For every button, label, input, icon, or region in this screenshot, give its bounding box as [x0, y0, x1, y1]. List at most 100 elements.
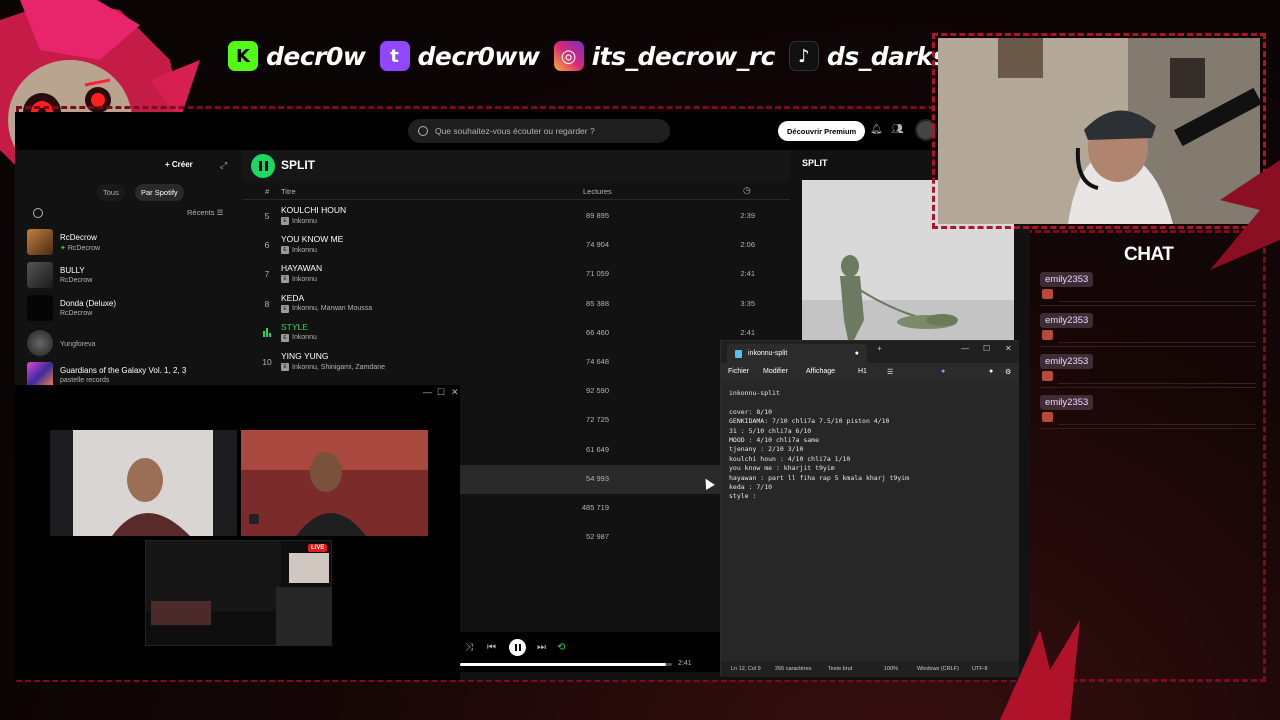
status-chars: 266 caractères	[775, 666, 812, 672]
video-tile-2[interactable]	[241, 430, 428, 536]
chip-by-spotify[interactable]: Par Spotify	[135, 184, 184, 201]
notepad-icon	[735, 349, 742, 358]
track-artist[interactable]: Inkonnu, Marwan Moussa	[292, 305, 372, 312]
library-item[interactable]: Donda (Deluxe) RcDecrow	[27, 293, 227, 323]
notepad-tabbar: inkonnu-split ● + — ☐ ✕	[721, 341, 1019, 363]
library-item-subtitle: RcDecrow	[67, 244, 101, 252]
menu-edit[interactable]: Modifier	[763, 368, 788, 375]
create-button[interactable]: + Créer	[165, 160, 193, 169]
settings-icon[interactable]: ⚙	[1005, 368, 1011, 376]
menu-view[interactable]: Affichage	[806, 368, 835, 375]
track-artist-line: E Inkonnu	[281, 275, 317, 284]
track-title[interactable]: KEDA	[281, 293, 304, 303]
track-artist[interactable]: Inkonnu, Shinigami, Zamdane	[292, 364, 385, 371]
chip-all[interactable]: Tous	[97, 184, 125, 201]
track-row[interactable]: 10 YING YUNG E Inkonnu, Shinigami, Zamdane 7…	[243, 348, 790, 377]
pause-button[interactable]	[251, 154, 275, 178]
track-plays: 485 719	[581, 503, 609, 512]
library-item[interactable]: BULLY RcDecrow	[27, 260, 227, 290]
list-icon[interactable]: ☰	[887, 368, 893, 376]
explicit-icon: E	[281, 275, 289, 284]
shuffle-icon[interactable]: ⤨	[465, 642, 473, 653]
minimize-icon[interactable]: —	[961, 344, 969, 353]
video-tile-1[interactable]	[50, 430, 237, 536]
library-item-title: BULLY	[60, 266, 85, 275]
next-icon[interactable]: ⏭︎	[537, 642, 546, 653]
track-title[interactable]: STYLE	[281, 322, 308, 332]
track-title[interactable]: HAYAWAN	[281, 263, 322, 273]
clock-icon: ◷	[743, 185, 751, 195]
chat-username: emily2353	[1040, 272, 1094, 287]
repeat-icon[interactable]: ⟲	[557, 642, 565, 653]
status-position: Ln 12, Col 9	[731, 666, 761, 672]
library-search-icon[interactable]	[33, 208, 43, 218]
track-row[interactable]: 7 HAYAWAN E Inkonnu 71 059 2:41	[243, 260, 790, 289]
library-item[interactable]: Yungforeva	[27, 328, 227, 358]
track-column-header: # Titre Lectures ◷	[243, 184, 790, 200]
premium-button[interactable]: Découvrir Premium	[778, 121, 866, 141]
chat-message-line	[1058, 286, 1256, 302]
track-artist[interactable]: Inkonnu	[292, 247, 317, 254]
track-artist[interactable]: Inkonnu	[292, 334, 317, 341]
close-icon[interactable]: ✕	[1005, 344, 1012, 353]
library-item[interactable]: RcDecrow ✦ RcDecrow	[27, 227, 227, 257]
badge-icon	[1042, 371, 1053, 381]
track-plays: 72 725	[586, 415, 609, 425]
recents-sort[interactable]: Récents ☰	[187, 208, 223, 217]
live-badge: LIVE	[308, 544, 328, 552]
track-number: 10	[262, 357, 272, 367]
previous-icon[interactable]: ⏮︎	[487, 642, 496, 653]
bell-icon[interactable]: 🔔︎	[870, 124, 883, 136]
track-row[interactable]: STYLE E Inkonnu 66 460 2:41	[243, 319, 790, 348]
heading-dropdown[interactable]: H1	[858, 368, 867, 375]
menu-file[interactable]: Fichier	[728, 368, 749, 375]
expand-icon[interactable]: ⤢	[220, 160, 227, 171]
track-duration: 2:41	[740, 327, 755, 337]
account-icon[interactable]: ●	[989, 368, 993, 375]
track-plays: 89 895	[586, 211, 609, 220]
pin-icon: ✦	[60, 244, 66, 252]
cover-image	[27, 330, 53, 356]
play-pause-button[interactable]	[509, 639, 526, 656]
track-artist[interactable]: Inkonnu	[292, 218, 317, 225]
notepad-tab[interactable]: inkonnu-split ●	[727, 344, 867, 363]
track-row[interactable]: 6 YOU KNOW ME E Inkonnu 74 904 2:06	[243, 231, 790, 260]
col-title: Titre	[281, 187, 296, 196]
tab-close-icon[interactable]: ●	[855, 350, 859, 357]
track-duration: 3:35	[740, 298, 755, 308]
search-input[interactable]: Que souhaitez-vous écouter ou regarder ?	[408, 119, 1042, 143]
social-handle: decr0w	[266, 41, 366, 71]
notepad-statusbar: Ln 12, Col 9 266 caractères Texte brut 1…	[721, 661, 1019, 677]
new-tab-icon[interactable]: +	[877, 344, 882, 353]
explicit-icon: E	[281, 333, 289, 342]
chat-message: emily2353	[1040, 391, 1256, 429]
track-artist[interactable]: Inkonnu	[292, 276, 317, 283]
track-row[interactable]: 8 KEDA E Inkonnu, Marwan Moussa 85 388 3:35	[243, 290, 790, 319]
track-artist-line: E Inkonnu	[281, 246, 317, 255]
kick-icon: K	[228, 41, 258, 71]
maximize-icon[interactable]: ☐	[983, 344, 990, 353]
chat-message: emily2353	[1040, 309, 1256, 347]
track-title[interactable]: YING YUNG	[281, 351, 329, 361]
close-icon[interactable]: ✕	[451, 387, 459, 398]
track-artist-line: E Inkonnu, Marwan Moussa	[281, 304, 372, 313]
track-number: 6	[264, 240, 270, 251]
friends-icon[interactable]: 👥︎	[891, 124, 904, 136]
chat-title: CHAT	[1124, 244, 1174, 265]
copilot-icon[interactable]: ●	[941, 368, 945, 375]
progress-bar[interactable]	[460, 663, 672, 666]
notepad-editor[interactable]: inkonnu-split cover: 8/10 GENKIDAMA: 7/1…	[721, 381, 1019, 661]
col-num: #	[265, 187, 270, 196]
decor-spikes	[1000, 620, 1080, 720]
playlist-sticky-header: SPLIT	[243, 150, 790, 182]
badge-icon	[1042, 289, 1053, 299]
track-title[interactable]: KOULCHI HOUN	[281, 205, 346, 215]
minimize-icon[interactable]: —	[423, 387, 432, 397]
playlist-title: SPLIT	[281, 158, 316, 172]
social-kick: K decr0w	[228, 41, 366, 71]
track-plays: 54 993	[586, 473, 609, 483]
track-title[interactable]: YOU KNOW ME	[281, 234, 343, 244]
maximize-icon[interactable]: ☐	[437, 387, 445, 398]
track-row[interactable]: 5 KOULCHI HOUN E Inkonnu 89 895 2:39	[243, 202, 790, 231]
track-duration: 2:39	[740, 211, 755, 220]
